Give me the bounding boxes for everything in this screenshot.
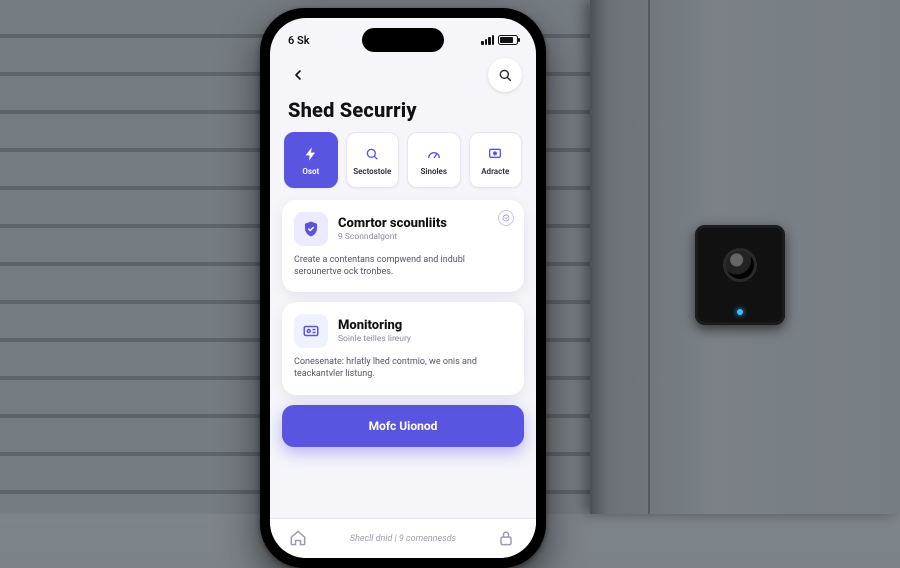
camera-device — [695, 225, 785, 325]
footer-text: Shecll dnid | 9 comennesds — [350, 534, 456, 544]
card-list: Comrtor scounliits 9 Sconndalgont Create… — [270, 200, 536, 395]
search-icon — [497, 67, 513, 83]
gauge-icon — [424, 144, 444, 164]
card-monitoring[interactable]: Monitoring Soinle teilles lireury Conese… — [282, 302, 524, 394]
chip-osot[interactable]: Osot — [284, 132, 338, 188]
dynamic-island — [362, 28, 444, 52]
camera-led-icon — [737, 309, 743, 315]
bolt-icon — [301, 144, 321, 164]
shield-check-icon — [294, 212, 328, 246]
camera-lens-icon — [723, 248, 757, 282]
card-comrtor[interactable]: Comrtor scounliits 9 Sconndalgont Create… — [282, 200, 524, 292]
chip-sinoles[interactable]: Sinoles — [407, 132, 461, 188]
page-title: Shed Securriy — [270, 96, 536, 132]
app-screen: 6 Sk Shed Securriy Osot — [270, 18, 536, 558]
chip-label: Sinoles — [421, 167, 447, 176]
card-subtitle: 9 Sconndalgont — [338, 232, 447, 242]
chip-label: Osot — [302, 167, 319, 176]
chip-sectostole[interactable]: Sectostole — [346, 132, 400, 188]
phone-frame: 6 Sk Shed Securriy Osot — [260, 8, 546, 568]
primary-cta-button[interactable]: Mofc Uionod — [282, 405, 524, 447]
search-button[interactable] — [488, 58, 522, 92]
footer-bar: Shecll dnid | 9 comennesds — [270, 518, 536, 558]
card-title: Comrtor scounliits — [338, 216, 447, 231]
cta-label: Mofc Uionod — [369, 419, 438, 433]
card-body: Conesenate: hrlatly lhed contmio, we oni… — [294, 356, 512, 380]
chevron-left-icon — [290, 67, 306, 83]
card-body: Create a contentans compwend and indubl … — [294, 254, 512, 278]
signal-icon — [481, 35, 494, 45]
lock-icon[interactable] — [496, 528, 518, 550]
search-small-icon — [362, 144, 382, 164]
smile-icon — [502, 214, 510, 222]
chip-label: Adracte — [481, 167, 509, 176]
chip-adracte[interactable]: Adracte — [469, 132, 523, 188]
id-card-icon — [294, 314, 328, 348]
chip-label: Sectostole — [353, 167, 391, 176]
device-icon — [485, 144, 505, 164]
clock-label: 6 Sk — [288, 34, 310, 47]
card-subtitle: Soinle teilles lireury — [338, 334, 411, 344]
card-title: Monitoring — [338, 318, 411, 333]
home-icon[interactable] — [288, 528, 310, 550]
category-chips: Osot Sectostole Sinoles Adracte — [270, 132, 536, 200]
info-button[interactable] — [498, 210, 514, 226]
back-button[interactable] — [284, 61, 312, 89]
battery-icon — [498, 35, 518, 45]
status-indicators — [481, 35, 518, 45]
nav-bar — [270, 52, 536, 96]
